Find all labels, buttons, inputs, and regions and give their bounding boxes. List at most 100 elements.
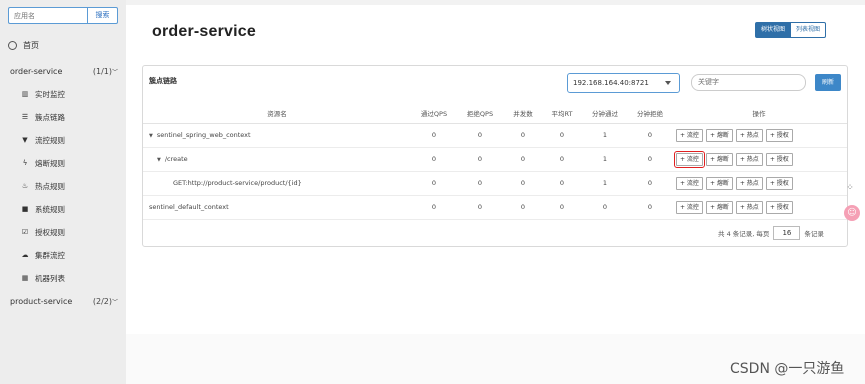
metric-cell-concurrency: 0 <box>503 195 543 220</box>
metric-cell-min-pass: 0 <box>581 195 629 220</box>
add-authority-rule-button[interactable]: + 授权 <box>765 152 793 166</box>
sidebar-item-label: 授权规则 <box>35 227 65 237</box>
sidebar-item-realtime[interactable]: ▥ 实时监控 <box>0 87 126 101</box>
pagination-summary: 共 4 条记录, 每页 <box>718 230 770 238</box>
app-name: order-service <box>10 66 63 76</box>
sidebar-item-label: 簇点链路 <box>35 112 65 122</box>
metric-cell-concurrency: 0 <box>503 171 543 196</box>
column-header: 分钟通过 <box>581 104 629 124</box>
pagination-suffix: 条记录 <box>804 230 824 238</box>
table-row: sentinel_default_context 0 0 0 0 0 0 + 流控 + 熔断 + … <box>143 195 847 220</box>
column-header: 拒绝QPS <box>457 104 503 124</box>
metric-cell-concurrency: 0 <box>503 147 543 172</box>
column-header: 通过QPS <box>411 104 457 124</box>
metric-cell-block-qps: 0 <box>457 195 503 220</box>
actions-cell: + 流控 + 熔断 + 热点 + 授权 <box>671 171 847 196</box>
add-flow-rule-button[interactable]: + 流控 <box>676 200 703 214</box>
check-square-icon: ☑ <box>21 228 29 236</box>
metric-cell-pass-qps: 0 <box>411 147 457 172</box>
metric-cell-min-pass: 1 <box>581 171 629 196</box>
sidebar-item-degrade-rules[interactable]: ϟ 熔断规则 <box>0 156 126 170</box>
keyword-input[interactable] <box>691 74 806 91</box>
metric-cell-pass-qps: 0 <box>411 123 457 148</box>
sidebar-item-label: 首页 <box>23 40 39 50</box>
metric-cell-concurrency: 0 <box>503 123 543 148</box>
add-degrade-rule-button[interactable]: + 熔断 <box>705 200 733 214</box>
column-header: 平均RT <box>543 104 581 124</box>
resource-name-cell: ▼/create <box>143 147 411 172</box>
add-authority-rule-button[interactable]: + 授权 <box>765 128 793 142</box>
metric-cell-avg-rt: 0 <box>543 123 581 148</box>
pagination: 共 4 条记录, 每页 16 条记录 <box>718 226 824 240</box>
add-hotspot-rule-button[interactable]: + 热点 <box>735 152 763 166</box>
add-flow-rule-button[interactable]: + 流控 <box>674 150 705 168</box>
sidebar-item-cluster-flow[interactable]: ☁ 集群流控 <box>0 248 126 262</box>
grid-widget-icon[interactable]: ⁘ <box>843 180 857 196</box>
add-authority-rule-button[interactable]: + 授权 <box>765 200 793 214</box>
column-header: 资源名 <box>143 104 411 124</box>
top-bar <box>126 0 865 5</box>
add-flow-rule-button[interactable]: + 流控 <box>676 176 703 190</box>
add-degrade-rule-button[interactable]: + 熔断 <box>705 128 733 142</box>
list-view-button[interactable]: 列表视图 <box>791 22 827 38</box>
app-group-order-service[interactable]: order-service (1/1)﹀ <box>0 64 126 78</box>
flash-icon: ϟ <box>22 159 28 167</box>
add-hotspot-rule-button[interactable]: + 热点 <box>735 128 763 142</box>
sidebar-item-hotspot-rules[interactable]: ♨ 热点规则 <box>0 179 126 193</box>
metric-cell-block-qps: 0 <box>457 147 503 172</box>
page-title: order-service <box>152 23 256 40</box>
resource-panel: 簇点链路 192.168.164.40:8721 刷新 资源名 通过QPS 拒绝… <box>142 65 848 247</box>
sidebar-item-flow-rules[interactable]: ▼ 流控规则 <box>0 133 126 147</box>
sidebar-item-label: 机器列表 <box>35 273 65 283</box>
tree-view-button[interactable]: 树状视图 <box>755 22 792 38</box>
actions-cell: + 流控 + 熔断 + 热点 + 授权 <box>671 123 847 148</box>
sidebar-item-label: 系统规则 <box>35 204 65 214</box>
resource-name-cell: ▼ sentinel_spring_web_context <box>143 123 411 148</box>
sidebar-item-label: 集群流控 <box>35 250 65 260</box>
machine-select-value: 192.168.164.40:8721 <box>573 79 649 87</box>
table-icon: ▦ <box>21 274 29 282</box>
bar-chart-icon: ▥ <box>21 90 29 98</box>
fire-icon: ♨ <box>21 182 29 190</box>
add-hotspot-rule-button[interactable]: + 热点 <box>735 176 763 190</box>
view-toggle: 树状视图 列表视图 <box>755 22 827 38</box>
expand-toggle-icon[interactable]: ▼ <box>157 157 161 163</box>
refresh-button[interactable]: 刷新 <box>815 74 841 91</box>
add-flow-rule-button[interactable]: + 流控 <box>676 128 703 142</box>
cloud-icon: ☁ <box>21 251 29 259</box>
metric-cell-min-block: 0 <box>629 147 671 172</box>
search-button[interactable]: 搜索 <box>87 7 118 24</box>
resource-name-cell: sentinel_default_context <box>143 195 411 220</box>
caret-down-icon <box>665 81 671 85</box>
metric-cell-min-block: 0 <box>629 123 671 148</box>
power-icon <box>8 40 17 50</box>
lock-icon: ■ <box>21 205 29 213</box>
page-size-input[interactable]: 16 <box>773 226 801 240</box>
add-degrade-rule-button[interactable]: + 熔断 <box>705 152 733 166</box>
metric-cell-min-block: 0 <box>629 171 671 196</box>
sidebar-item-home[interactable]: 首页 <box>0 38 126 52</box>
machine-select[interactable]: 192.168.164.40:8721 <box>567 73 680 93</box>
app-search-input[interactable] <box>8 7 87 24</box>
resource-name: GET:http://product-service/product/{id} <box>173 179 302 187</box>
metric-cell-pass-qps: 0 <box>411 195 457 220</box>
add-hotspot-rule-button[interactable]: + 热点 <box>735 200 763 214</box>
sidebar-item-machine-list[interactable]: ▦ 机器列表 <box>0 271 126 285</box>
resource-name: /create <box>164 155 188 163</box>
app-name: product-service <box>10 296 73 306</box>
column-header: 并发数 <box>503 104 543 124</box>
app-group-product-service[interactable]: product-service (2/2)﹀ <box>0 294 126 308</box>
sidebar-item-resource-chain[interactable]: ☰ 簇点链路 <box>0 110 126 124</box>
actions-cell: + 流控 + 熔断 + 热点 + 授权 <box>671 147 847 172</box>
column-header: 操作 <box>671 104 847 124</box>
assistant-avatar-icon[interactable]: ☺ <box>844 205 860 221</box>
sidebar-item-system-rules[interactable]: ■ 系统规则 <box>0 202 126 216</box>
actions-cell: + 流控 + 熔断 + 热点 + 授权 <box>671 195 847 220</box>
expand-toggle-icon[interactable]: ▼ <box>149 133 153 139</box>
table-row: ▼ sentinel_spring_web_context 0 0 0 0 1 0 + 流控 + … <box>143 123 847 148</box>
resource-table: 资源名 通过QPS 拒绝QPS 并发数 平均RT 分钟通过 分钟拒绝 操作 ▼ s… <box>143 104 847 220</box>
add-degrade-rule-button[interactable]: + 熔断 <box>705 176 733 190</box>
add-authority-rule-button[interactable]: + 授权 <box>765 176 793 190</box>
sidebar-item-authority-rules[interactable]: ☑ 授权规则 <box>0 225 126 239</box>
metric-cell-min-block: 0 <box>629 195 671 220</box>
